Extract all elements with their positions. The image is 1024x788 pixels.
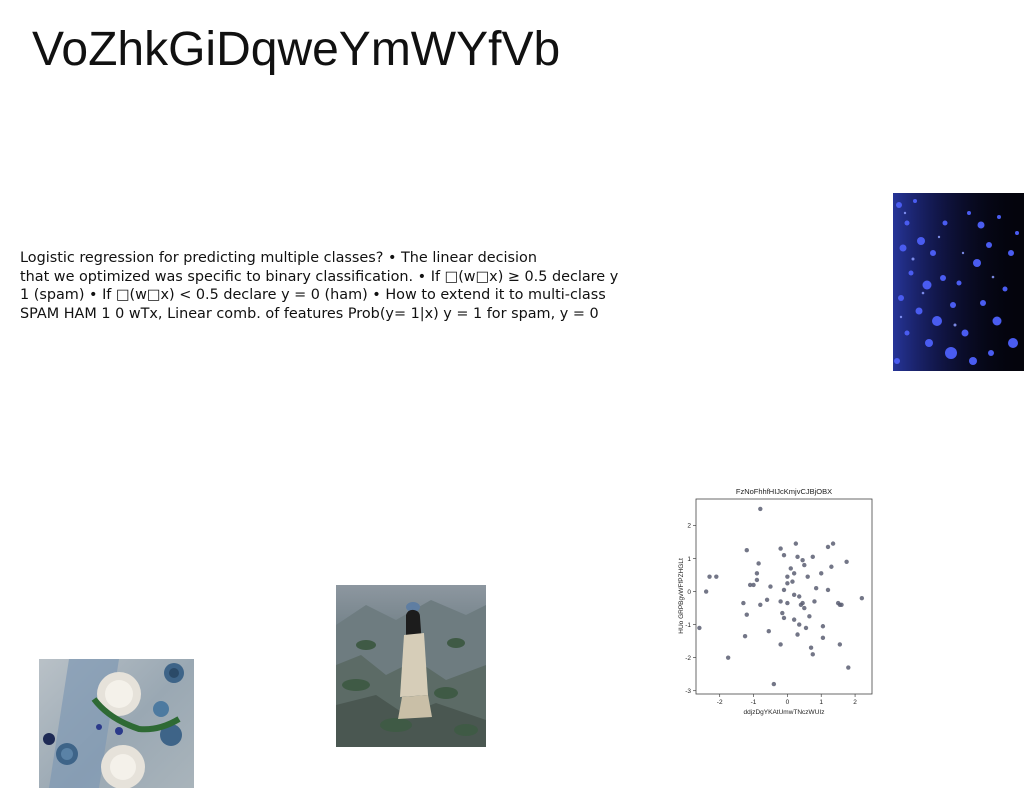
scatter-point — [802, 605, 807, 611]
scatter-point — [810, 554, 815, 560]
slide-title: VoZhkGiDqweYmWYfVb — [32, 23, 561, 76]
plot-area — [695, 498, 873, 695]
scatter-point — [707, 574, 712, 579]
scatter-point — [790, 579, 795, 584]
x-axis-label: ddjzDgYKAtUmwTNczWUIz — [744, 709, 825, 716]
scatter-point — [797, 594, 802, 599]
scatter-point — [793, 541, 799, 546]
scatter-point — [780, 610, 785, 616]
scatter-point — [778, 599, 783, 604]
scatter-point — [778, 546, 783, 551]
scatter-point — [795, 554, 800, 560]
body-line: that we optimized was specific to binary… — [20, 268, 619, 285]
scatter-point — [703, 589, 709, 594]
scatter-point — [751, 582, 756, 588]
body-line: Logistic regression for predicting multi… — [20, 250, 537, 266]
scatter-point — [829, 564, 834, 569]
woman-rocks-image — [336, 585, 486, 747]
scatter-point — [800, 600, 805, 606]
scatter-point — [785, 600, 790, 606]
scatter-point — [797, 622, 802, 627]
scatter-point — [742, 633, 748, 639]
slide-body-text: Logistic regression for predicting multi… — [20, 249, 619, 323]
x-tick-label: -1 — [751, 699, 757, 706]
scatter-point — [830, 541, 836, 546]
x-tick-label: 2 — [853, 699, 857, 706]
scatter-point — [820, 635, 826, 641]
scatter-point — [812, 599, 817, 604]
scatter-point — [844, 559, 849, 564]
scatter-point — [744, 612, 749, 617]
scatter-point — [791, 617, 797, 622]
scatter-point — [766, 629, 771, 634]
body-line: 1 (spam) • If □(w□x) < 0.5 declare y = 0… — [20, 287, 606, 303]
scatter-point — [802, 562, 807, 568]
scatter-point — [785, 574, 790, 579]
scatter-point — [795, 632, 800, 637]
y-tick-label: -2 — [685, 655, 691, 662]
x-tick-label: -2 — [717, 699, 723, 706]
scatter-point — [785, 581, 790, 586]
scatter-point — [781, 587, 787, 593]
scatter-point — [791, 571, 797, 576]
x-tick-label: 1 — [819, 699, 823, 706]
scatter-point — [754, 571, 760, 576]
body-line: SPAM HAM 1 0 wTx, Linear comb. of featur… — [20, 305, 599, 322]
scatter-point — [810, 652, 815, 657]
y-tick-label: -3 — [685, 688, 691, 695]
scatter-point — [846, 665, 851, 670]
y-tick-label: 0 — [687, 589, 691, 596]
table-setting-image — [39, 659, 194, 788]
scatter-point — [758, 506, 763, 512]
scatter-point — [788, 566, 793, 571]
scatter-point — [813, 586, 819, 591]
chart-title: FzNoFhhfHIJcKmjvCJBjOBX — [736, 487, 832, 496]
scatter-point — [820, 624, 826, 629]
scatter-point — [825, 587, 831, 593]
scatter-point — [764, 597, 770, 603]
scatter-point — [754, 577, 760, 583]
scatter-point — [781, 552, 787, 558]
scatter-chart: FzNoFhhfHIJcKmjvCJBjOBX -2 -1 0 1 2 2 1 0 -1 -2 -… — [668, 482, 884, 722]
scatter-point — [756, 561, 761, 566]
scatter-point — [697, 625, 702, 631]
scatter-point — [825, 544, 831, 550]
scatter-point — [803, 625, 809, 631]
scatter-point — [771, 681, 777, 687]
scatter-point — [819, 571, 824, 576]
y-tick-label: -1 — [685, 622, 691, 629]
scatter-point — [714, 574, 719, 579]
x-tick-label: 0 — [786, 699, 790, 706]
y-tick-label: 1 — [687, 556, 691, 563]
scatter-point — [768, 584, 773, 589]
scatter-point — [791, 592, 797, 598]
scatter-point — [725, 655, 731, 660]
scatter-point — [859, 595, 865, 601]
scatter-point — [744, 548, 749, 553]
y-tick-label: 2 — [687, 523, 691, 530]
scatter-point — [778, 642, 783, 647]
scatter-point — [808, 645, 814, 650]
scatter-point — [781, 615, 787, 621]
scatter-point — [807, 614, 812, 619]
scatter-point — [800, 557, 805, 563]
scatter-point — [837, 642, 843, 647]
y-axis-label: HUo GRPBgvWFfPZHGLt — [678, 558, 685, 634]
scatter-point — [758, 602, 763, 607]
scatter-point — [805, 574, 810, 579]
scatter-point — [839, 602, 844, 607]
scatter-point — [741, 600, 746, 606]
blue-particles-image — [893, 193, 1024, 371]
